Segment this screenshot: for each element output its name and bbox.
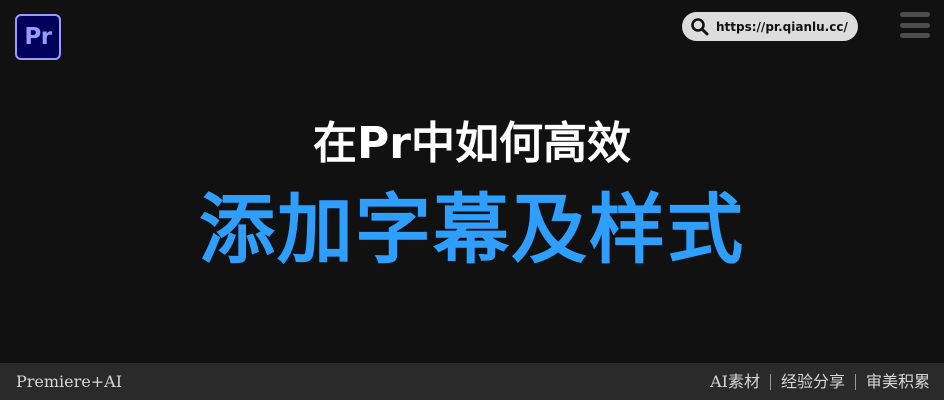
- footer-tag-experience[interactable]: 经验分享: [781, 363, 845, 400]
- footer-brand: Premiere+AI: [16, 372, 123, 391]
- footer-tag-aesthetics[interactable]: 审美积累: [866, 363, 930, 400]
- footer-tags: AI素材 经验分享 审美积累: [710, 363, 930, 400]
- menu-bar: [900, 12, 930, 17]
- hamburger-menu-icon[interactable]: [900, 12, 930, 38]
- logo-text: Pr: [24, 23, 52, 50]
- url-link[interactable]: https://pr.qianlu.cc/: [682, 12, 858, 41]
- footer-bar: Premiere+AI AI素材 经验分享 审美积累: [0, 363, 944, 400]
- search-icon: [690, 17, 710, 37]
- menu-bar: [900, 22, 930, 28]
- headline: 在Pr中如何高效: [313, 118, 631, 169]
- footer-divider: [769, 373, 771, 390]
- page-title: 添加字幕及样式: [199, 185, 745, 274]
- footer-divider: [854, 373, 856, 390]
- premiere-pro-logo: Pr: [15, 14, 61, 60]
- menu-bar: [900, 33, 930, 38]
- url-text: https://pr.qianlu.cc/: [716, 19, 848, 34]
- footer-tag-ai-materials[interactable]: AI素材: [710, 363, 760, 400]
